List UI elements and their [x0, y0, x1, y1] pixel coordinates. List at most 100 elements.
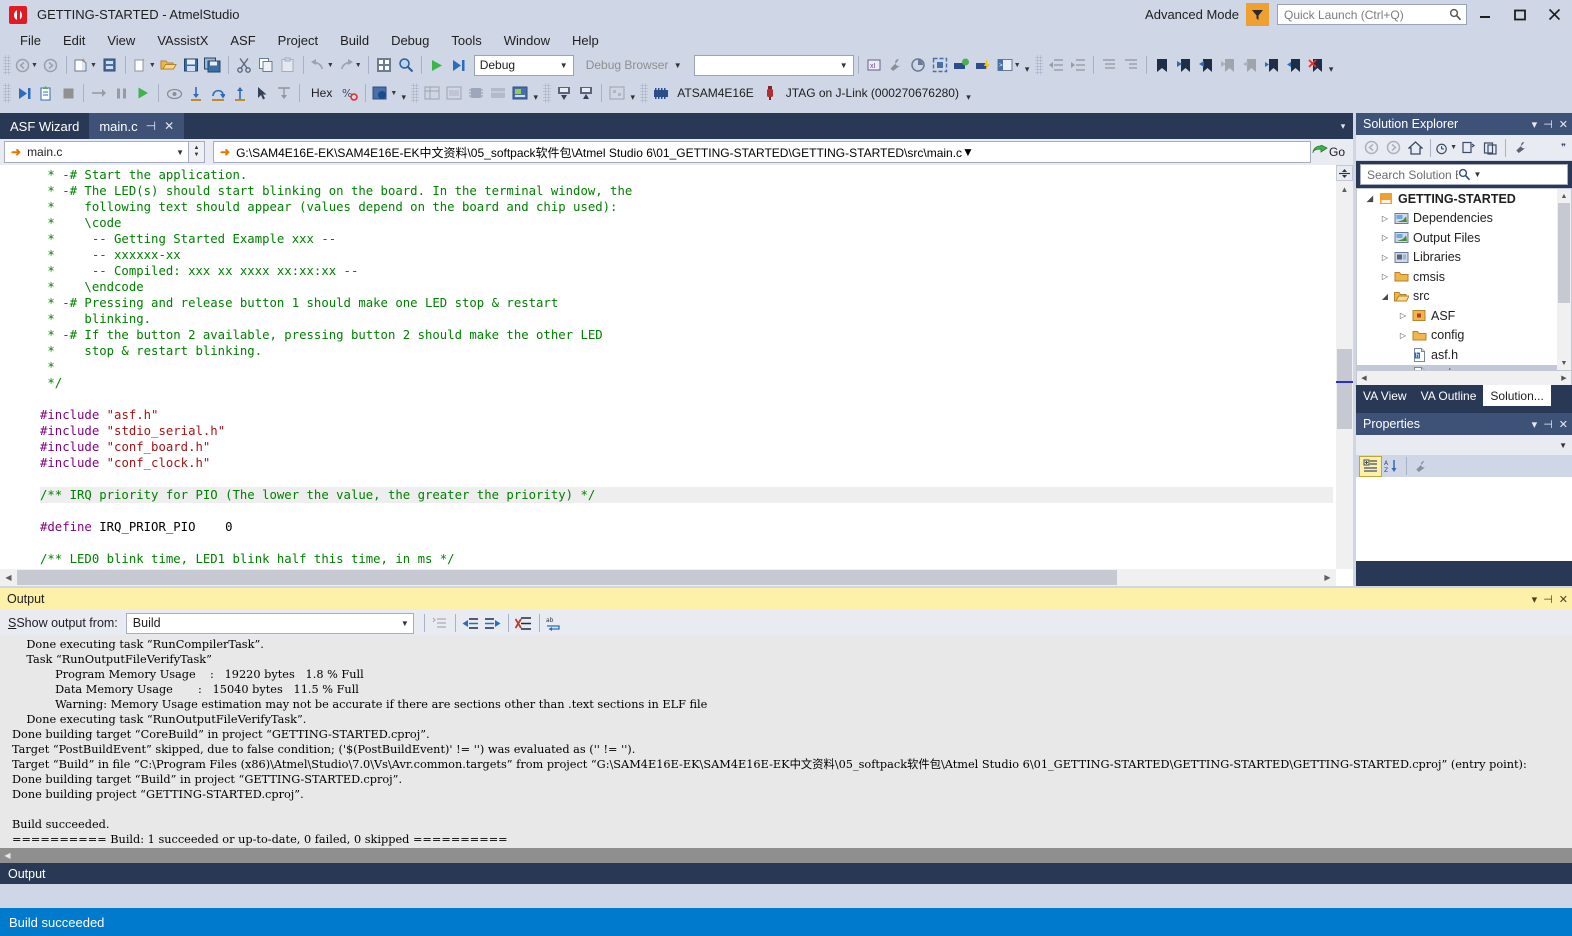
scroll-up-icon[interactable]: ▲: [1336, 181, 1353, 198]
prev-bookmark-folder-icon[interactable]: [1217, 54, 1239, 76]
categorized-view-icon[interactable]: [1359, 455, 1382, 477]
properties-grid[interactable]: [1356, 477, 1572, 561]
open-file-icon[interactable]: [158, 54, 180, 76]
processor-icon[interactable]: [509, 82, 531, 104]
next-bookmark-folder-icon[interactable]: [1239, 54, 1261, 76]
toggle-word-wrap-icon[interactable]: ab: [544, 612, 566, 634]
trace-view-icon[interactable]: [606, 82, 628, 104]
hex-toggle-button[interactable]: Hex: [304, 82, 339, 104]
tab-asf-wizard[interactable]: ASF Wizard: [0, 113, 89, 139]
stop-debugging-icon[interactable]: [57, 82, 79, 104]
menu-edit[interactable]: Edit: [52, 31, 96, 50]
home-icon[interactable]: [1404, 137, 1426, 159]
redo-icon[interactable]: ▼: [336, 54, 364, 76]
run-icon[interactable]: [132, 82, 154, 104]
scroll-left-icon[interactable]: ◀: [1357, 371, 1371, 385]
tree-horizontal-scrollbar[interactable]: ◀ ▶: [1356, 371, 1572, 385]
sync-with-active-document-icon[interactable]: [1457, 137, 1479, 159]
attach-to-target-icon[interactable]: [35, 82, 57, 104]
reset-icon[interactable]: [273, 82, 295, 104]
toolbar-grip[interactable]: [3, 55, 11, 75]
chevron-down-icon[interactable]: ▼: [1559, 441, 1567, 450]
previous-bookmark-icon[interactable]: [1173, 54, 1195, 76]
back-icon[interactable]: [1360, 137, 1382, 159]
tree-item-asf[interactable]: ▷ ASF: [1357, 306, 1571, 326]
go-to-previous-message-icon[interactable]: [460, 612, 482, 634]
pin-icon[interactable]: ⊣: [1543, 418, 1553, 431]
chevron-down-icon[interactable]: ▼: [194, 152, 200, 159]
filter-flag-icon[interactable]: [1246, 3, 1269, 26]
menu-vassistx[interactable]: VAssistX: [146, 31, 219, 50]
chevron-down-icon[interactable]: ▼: [149, 62, 156, 69]
tree-item-asf-h[interactable]: h asf.h: [1357, 345, 1571, 365]
code-editor[interactable]: * -# Start the application. * -# The LED…: [0, 165, 1353, 586]
horizontal-scroll-thumb[interactable]: [17, 570, 1117, 585]
object-browser-icon[interactable]: [929, 54, 951, 76]
menu-project[interactable]: Project: [267, 31, 329, 50]
navigate-back-icon[interactable]: ▼: [13, 54, 40, 76]
toolbar-overflow-icon[interactable]: ▾: [628, 83, 637, 103]
twisty-collapsed-icon[interactable]: ▷: [1378, 272, 1392, 281]
chevron-down-icon[interactable]: ▼: [560, 61, 568, 70]
paste-icon[interactable]: [277, 54, 299, 76]
menu-asf[interactable]: ASF: [219, 31, 266, 50]
menu-debug[interactable]: Debug: [380, 31, 440, 50]
minimize-icon[interactable]: [1467, 0, 1502, 29]
tree-item-libraries[interactable]: ▷ Libraries: [1357, 248, 1571, 268]
device-programming-icon[interactable]: [951, 54, 973, 76]
scroll-up-icon[interactable]: ▲: [1557, 189, 1571, 203]
property-pages-wrench-icon[interactable]: [1411, 457, 1432, 476]
chevron-down-icon[interactable]: ▼: [327, 62, 334, 69]
find-icon[interactable]: [395, 54, 417, 76]
pin-icon[interactable]: ⊣: [1543, 118, 1553, 131]
flash-program-icon[interactable]: [973, 54, 995, 76]
debug-browser-select[interactable]: Debug Browser ▼: [579, 54, 688, 76]
close-icon[interactable]: ✕: [1559, 593, 1568, 606]
load-trace-icon[interactable]: [575, 82, 597, 104]
menu-view[interactable]: View: [96, 31, 146, 50]
tree-vertical-scrollbar[interactable]: ▲ ▼: [1557, 189, 1571, 370]
chevron-down-icon[interactable]: ▼: [168, 148, 184, 157]
close-icon[interactable]: [1537, 0, 1572, 29]
autos-icon[interactable]: [443, 82, 465, 104]
clear-bookmarks-icon[interactable]: [1305, 54, 1327, 76]
disassembly-icon[interactable]: %: [339, 82, 361, 104]
clear-all-icon[interactable]: [513, 612, 535, 634]
tab-overflow-icon[interactable]: ▾: [1333, 113, 1353, 139]
chevron-down-icon[interactable]: ▼: [1014, 62, 1021, 69]
continue-icon[interactable]: [88, 82, 110, 104]
toolbar-overflow-icon[interactable]: ❞: [1561, 142, 1568, 153]
chevron-down-icon[interactable]: ▼: [840, 61, 848, 70]
undo-icon[interactable]: ▼: [308, 54, 336, 76]
vertical-scroll-thumb[interactable]: [1558, 203, 1570, 303]
tree-item-output-files[interactable]: ▷ Output Files: [1357, 228, 1571, 248]
copy-icon[interactable]: [255, 54, 277, 76]
find-message-icon[interactable]: [429, 612, 451, 634]
chevron-down-icon[interactable]: ▼: [1450, 144, 1457, 151]
pin-icon[interactable]: ⊣: [1543, 593, 1553, 606]
terminal-icon[interactable]: > ▼: [995, 54, 1023, 76]
tree-item-cmsis[interactable]: ▷ cmsis: [1357, 267, 1571, 287]
editor-horizontal-scrollbar[interactable]: ◀ ▶: [0, 569, 1336, 586]
save-all-icon[interactable]: [202, 54, 224, 76]
scroll-right-icon[interactable]: ▶: [1319, 569, 1336, 586]
solution-explorer-tree[interactable]: ◢ GETTING-STARTED ▷ Dependencies ▷ Outpu…: [1356, 188, 1572, 371]
vertical-scroll-thumb[interactable]: [1337, 349, 1352, 429]
output-horizontal-scrollbar[interactable]: ◀: [0, 848, 1572, 863]
toolbar-overflow-icon[interactable]: ▾: [1023, 55, 1032, 75]
decrease-indent-icon[interactable]: [1045, 54, 1067, 76]
navigation-spinner[interactable]: ▲ ▼: [189, 141, 205, 163]
chevron-down-icon[interactable]: ▼: [355, 62, 362, 69]
member-navigation-select[interactable]: ➜ main.c ▼: [4, 141, 189, 163]
toolbar-overflow-icon[interactable]: ▾: [399, 83, 408, 103]
break-all-icon[interactable]: [110, 82, 132, 104]
chevron-down-icon[interactable]: ▼: [401, 619, 409, 628]
start-debugging-icon[interactable]: [426, 54, 448, 76]
toolbar-overflow-icon[interactable]: ▾: [964, 83, 973, 103]
go-button[interactable]: Go: [1311, 140, 1353, 164]
menu-help[interactable]: Help: [561, 31, 610, 50]
toolbar-grip[interactable]: [411, 83, 420, 103]
toggle-bookmark-icon[interactable]: [1151, 54, 1173, 76]
attach-debugger-icon[interactable]: xI: [863, 54, 885, 76]
twisty-collapsed-icon[interactable]: ▷: [1396, 311, 1410, 320]
